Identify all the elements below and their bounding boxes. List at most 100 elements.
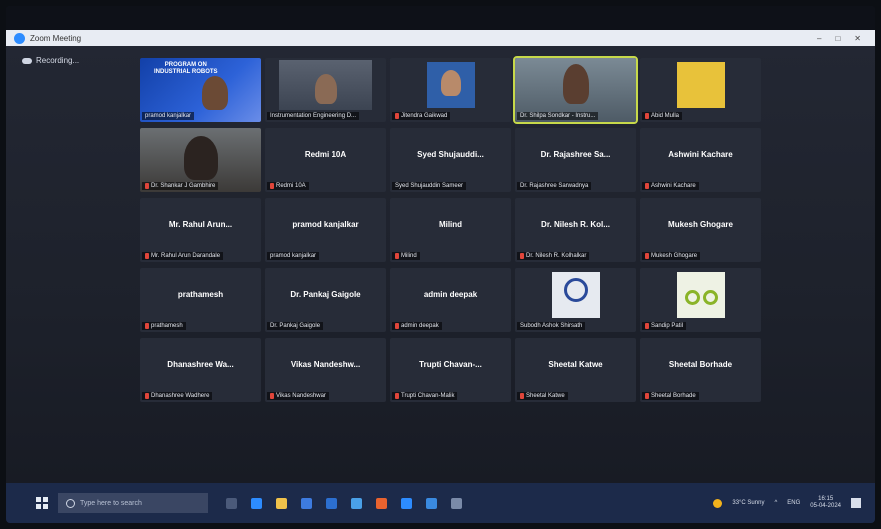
- participant-label: Instrumentation Engineering D...: [270, 113, 357, 119]
- photos-icon[interactable]: [451, 497, 462, 509]
- participant-tile[interactable]: admin deepak admin deepak: [390, 268, 511, 332]
- firefox-icon[interactable]: [376, 497, 387, 509]
- participant-tile[interactable]: Abid Mulla: [640, 58, 761, 122]
- participant-label: Trupti Chavan-Malik: [401, 393, 455, 399]
- participant-name-display: Trupti Chavan-...: [419, 360, 482, 369]
- participant-tile[interactable]: Sheetal Borhade Sheetal Borhade: [640, 338, 761, 402]
- close-icon[interactable]: ✕: [854, 34, 861, 43]
- participant-name-tag: Dr. Nilesh R. Kolhalkar: [517, 252, 590, 260]
- window-titlebar[interactable]: Zoom Meeting – □ ✕: [6, 30, 875, 46]
- participant-name-display: Dr. Rajashree Sa...: [540, 150, 611, 159]
- cloud-recording-icon: [22, 57, 32, 64]
- participant-video: [279, 60, 372, 110]
- participant-tile[interactable]: Dr. Shankar J Gambhire: [140, 128, 261, 192]
- participant-tile[interactable]: Mr. Rahul Arun... Mr. Rahul Arun Darandal…: [140, 198, 261, 262]
- participant-tile[interactable]: PROGRAM ON INDUSTRIAL ROBOTS pramod kanja…: [140, 58, 261, 122]
- video-banner-text: PROGRAM ON INDUSTRIAL ROBOTS: [154, 62, 218, 75]
- participant-label: Mr. Rahul Arun Darandale: [151, 253, 221, 259]
- participant-tile[interactable]: Ashwini Kachare Ashwini Kachare: [640, 128, 761, 192]
- participant-tile[interactable]: Dr. Nilesh R. Kol... Dr. Nilesh R. Kolhal…: [515, 198, 636, 262]
- mic-muted-icon: [395, 323, 399, 329]
- mic-muted-icon: [270, 183, 274, 189]
- mail-icon[interactable]: [326, 497, 337, 509]
- participant-tile[interactable]: Dr. Pankaj Gaigole Dr. Pankaj Gaigole: [265, 268, 386, 332]
- edge-icon[interactable]: [251, 497, 262, 509]
- participant-tile[interactable]: pramod kanjalkar pramod kanjalkar: [265, 198, 386, 262]
- participant-label: Subodh Ashok Shirsath: [520, 323, 583, 329]
- participant-name-display: prathamesh: [177, 290, 224, 299]
- file-explorer-icon[interactable]: [276, 497, 287, 509]
- language-indicator[interactable]: ENG: [787, 500, 800, 506]
- participant-name-display: Sheetal Katwe: [548, 360, 603, 369]
- participant-tile[interactable]: Dr. Shilpa Sondkar - Instru...: [513, 56, 638, 124]
- chrome-icon[interactable]: [351, 497, 362, 509]
- weather-text[interactable]: 33°C Sunny: [732, 500, 764, 506]
- participant-name-display: Ashwini Kachare: [668, 150, 733, 159]
- participant-name-display: Dr. Pankaj Gaigole: [290, 290, 361, 299]
- participant-label: Sheetal Katwe: [526, 393, 565, 399]
- participant-name-tag: Subodh Ashok Shirsath: [517, 322, 586, 330]
- participant-tile[interactable]: Milind Milind: [390, 198, 511, 262]
- mic-muted-icon: [145, 183, 149, 189]
- participant-tile[interactable]: Vikas Nandeshw... Vikas Nandeshwar: [265, 338, 386, 402]
- store-icon[interactable]: [301, 497, 312, 509]
- participant-name-tag: pramod kanjalkar: [142, 112, 195, 120]
- participant-name-display: pramod kanjalkar: [292, 220, 359, 229]
- participant-name-tag: Dr. Rajashree Sarwadnya: [517, 182, 592, 190]
- windows-start-icon[interactable]: [36, 497, 48, 509]
- participant-name-display: Milind: [438, 220, 463, 229]
- teams-icon[interactable]: [426, 497, 437, 509]
- participant-label: Dr. Nilesh R. Kolhalkar: [526, 253, 587, 259]
- notification-icon[interactable]: [851, 498, 861, 508]
- participant-name-display: Syed Shujauddi...: [417, 150, 484, 159]
- participant-name-tag: Syed Shujauddin Sameer: [392, 182, 467, 190]
- participant-tile[interactable]: Sheetal Katwe Sheetal Katwe: [515, 338, 636, 402]
- participant-name-tag: Jitendra Gaikwad: [392, 112, 451, 120]
- taskbar-clock[interactable]: 16:15 05-04-2024: [810, 496, 841, 510]
- weather-icon[interactable]: [713, 498, 723, 508]
- participant-name-display: Mr. Rahul Arun...: [168, 220, 233, 229]
- participant-tile[interactable]: Sandip Patil: [640, 268, 761, 332]
- participant-tile[interactable]: prathamesh prathamesh: [140, 268, 261, 332]
- taskbar-search-box[interactable]: Type here to search: [58, 493, 208, 513]
- mic-muted-icon: [270, 393, 274, 399]
- participant-label: Dr. Pankaj Gaigole: [270, 323, 321, 329]
- profile-picture: [426, 62, 475, 108]
- recording-indicator[interactable]: Recording...: [22, 56, 79, 65]
- minimize-icon[interactable]: –: [817, 34, 821, 43]
- participant-label: Vikas Nandeshwar: [276, 393, 326, 399]
- participant-name-tag: prathamesh: [142, 322, 186, 330]
- profile-picture: [676, 272, 725, 318]
- participant-tile[interactable]: Redmi 10A Redmi 10A: [265, 128, 386, 192]
- participant-label: Redmi 10A: [276, 183, 306, 189]
- participant-tile[interactable]: Subodh Ashok Shirsath: [515, 268, 636, 332]
- participant-tile[interactable]: Dr. Rajashree Sa... Dr. Rajashree Sarwadn…: [515, 128, 636, 192]
- participant-tile[interactable]: Instrumentation Engineering D...: [265, 58, 386, 122]
- participant-label: Dr. Shilpa Sondkar - Instru...: [520, 113, 596, 119]
- participant-label: Sheetal Borhade: [651, 393, 696, 399]
- participant-tile[interactable]: Syed Shujauddi... Syed Shujauddin Sameer: [390, 128, 511, 192]
- mic-muted-icon: [645, 393, 649, 399]
- participant-label: admin deepak: [401, 323, 439, 329]
- participant-name-tag: Instrumentation Engineering D...: [267, 112, 360, 120]
- participant-label: Jitendra Gaikwad: [401, 113, 448, 119]
- mic-muted-icon: [645, 253, 649, 259]
- participant-name-tag: Trupti Chavan-Malik: [392, 392, 458, 400]
- participant-name-tag: Milind: [392, 252, 420, 260]
- zoom-taskbar-icon[interactable]: [401, 497, 412, 509]
- participant-name-tag: Mukesh Ghogare: [642, 252, 701, 260]
- participant-name-tag: Dr. Pankaj Gaigole: [267, 322, 324, 330]
- participant-tile[interactable]: Jitendra Gaikwad: [390, 58, 511, 122]
- task-view-icon[interactable]: [226, 497, 237, 509]
- window-title: Zoom Meeting: [30, 33, 82, 43]
- participant-label: Milind: [401, 253, 417, 259]
- gallery-grid: PROGRAM ON INDUSTRIAL ROBOTS pramod kanja…: [140, 56, 761, 402]
- participant-tile[interactable]: Trupti Chavan-... Trupti Chavan-Malik: [390, 338, 511, 402]
- participant-tile[interactable]: Dhanashree Wa... Dhanashree Wadhere: [140, 338, 261, 402]
- participant-label: Sandip Patil: [651, 323, 684, 329]
- mic-muted-icon: [145, 393, 149, 399]
- participant-name-display: Vikas Nandeshw...: [290, 360, 361, 369]
- participant-tile[interactable]: Mukesh Ghogare Mukesh Ghogare: [640, 198, 761, 262]
- tray-chevron-icon[interactable]: ^: [774, 500, 777, 506]
- maximize-icon[interactable]: □: [835, 34, 840, 43]
